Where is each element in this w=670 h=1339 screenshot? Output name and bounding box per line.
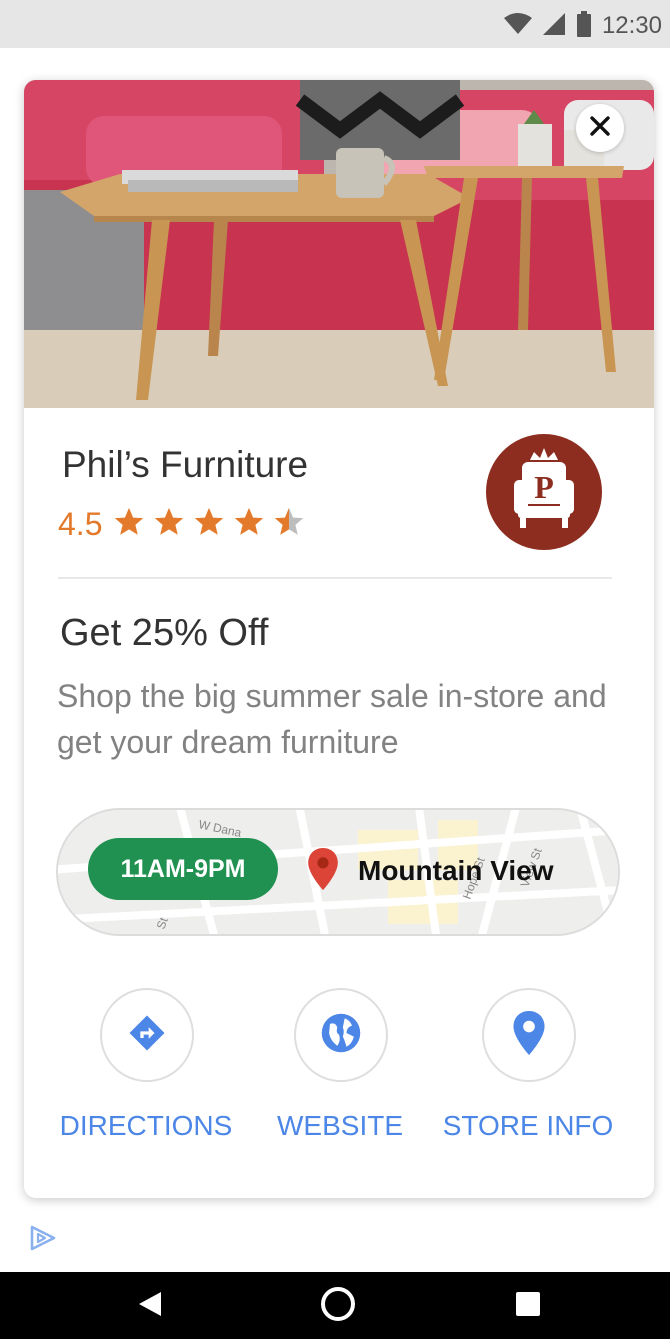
battery-icon bbox=[576, 10, 592, 42]
status-time: 12:30 bbox=[601, 12, 662, 39]
close-button[interactable] bbox=[576, 104, 624, 152]
recents-icon bbox=[515, 1291, 541, 1322]
half-star-icon bbox=[272, 505, 306, 544]
website-button[interactable]: WEBSITE bbox=[250, 988, 430, 1148]
store-info-label[interactable]: STORE INFO bbox=[438, 1110, 618, 1142]
location-pin-icon bbox=[308, 847, 338, 895]
navigation-bar bbox=[0, 1272, 670, 1339]
business-logo[interactable]: P bbox=[486, 434, 602, 550]
star-icon bbox=[192, 505, 226, 544]
divider bbox=[58, 577, 612, 579]
store-info-button[interactable]: STORE INFO bbox=[438, 988, 618, 1148]
home-button[interactable] bbox=[316, 1284, 360, 1328]
rating: 4.5 bbox=[58, 504, 306, 544]
cell-signal-icon bbox=[542, 12, 566, 41]
directions-icon bbox=[127, 1013, 167, 1058]
website-circle[interactable] bbox=[294, 988, 388, 1082]
rating-value: 4.5 bbox=[58, 505, 103, 542]
website-label[interactable]: WEBSITE bbox=[250, 1110, 430, 1142]
map-preview[interactable]: W Dana Hope St View St St 11AM-9PM Mount… bbox=[56, 808, 620, 936]
hero-image[interactable] bbox=[24, 80, 654, 408]
star-icon bbox=[152, 505, 186, 544]
store-info-circle[interactable] bbox=[482, 988, 576, 1082]
logo-letter: P bbox=[534, 469, 554, 505]
directions-button[interactable]: DIRECTIONS bbox=[56, 988, 236, 1148]
star-icon bbox=[232, 505, 266, 544]
status-icons: 12:30 bbox=[503, 8, 662, 44]
globe-icon bbox=[319, 1011, 363, 1060]
hero-image-illustration bbox=[24, 80, 654, 408]
business-name[interactable]: Phil’s Furniture bbox=[62, 444, 308, 486]
wifi-icon bbox=[503, 12, 532, 40]
ad-card[interactable]: Phil’s Furniture 4.5 P Get 25% Off Shop … bbox=[24, 80, 654, 1198]
location-name: Mountain View bbox=[358, 855, 554, 886]
promo-headline: Get 25% Off bbox=[60, 612, 269, 654]
directions-circle[interactable] bbox=[100, 988, 194, 1082]
back-button[interactable] bbox=[128, 1284, 172, 1328]
home-icon bbox=[320, 1286, 356, 1327]
star-icon bbox=[112, 505, 146, 544]
back-icon bbox=[137, 1290, 163, 1323]
close-icon bbox=[589, 115, 611, 142]
status-bar: 12:30 bbox=[0, 0, 670, 48]
location: Mountain View bbox=[308, 840, 554, 902]
recents-button[interactable] bbox=[506, 1284, 550, 1328]
directions-label[interactable]: DIRECTIONS bbox=[56, 1110, 236, 1142]
promo-description: Shop the big summer sale in-store and ge… bbox=[57, 678, 607, 760]
location-pin-icon bbox=[513, 1010, 545, 1060]
ad-choices-icon[interactable] bbox=[28, 1224, 60, 1252]
armchair-logo-icon: P bbox=[514, 448, 574, 528]
hours-badge: 11AM-9PM bbox=[88, 838, 278, 900]
